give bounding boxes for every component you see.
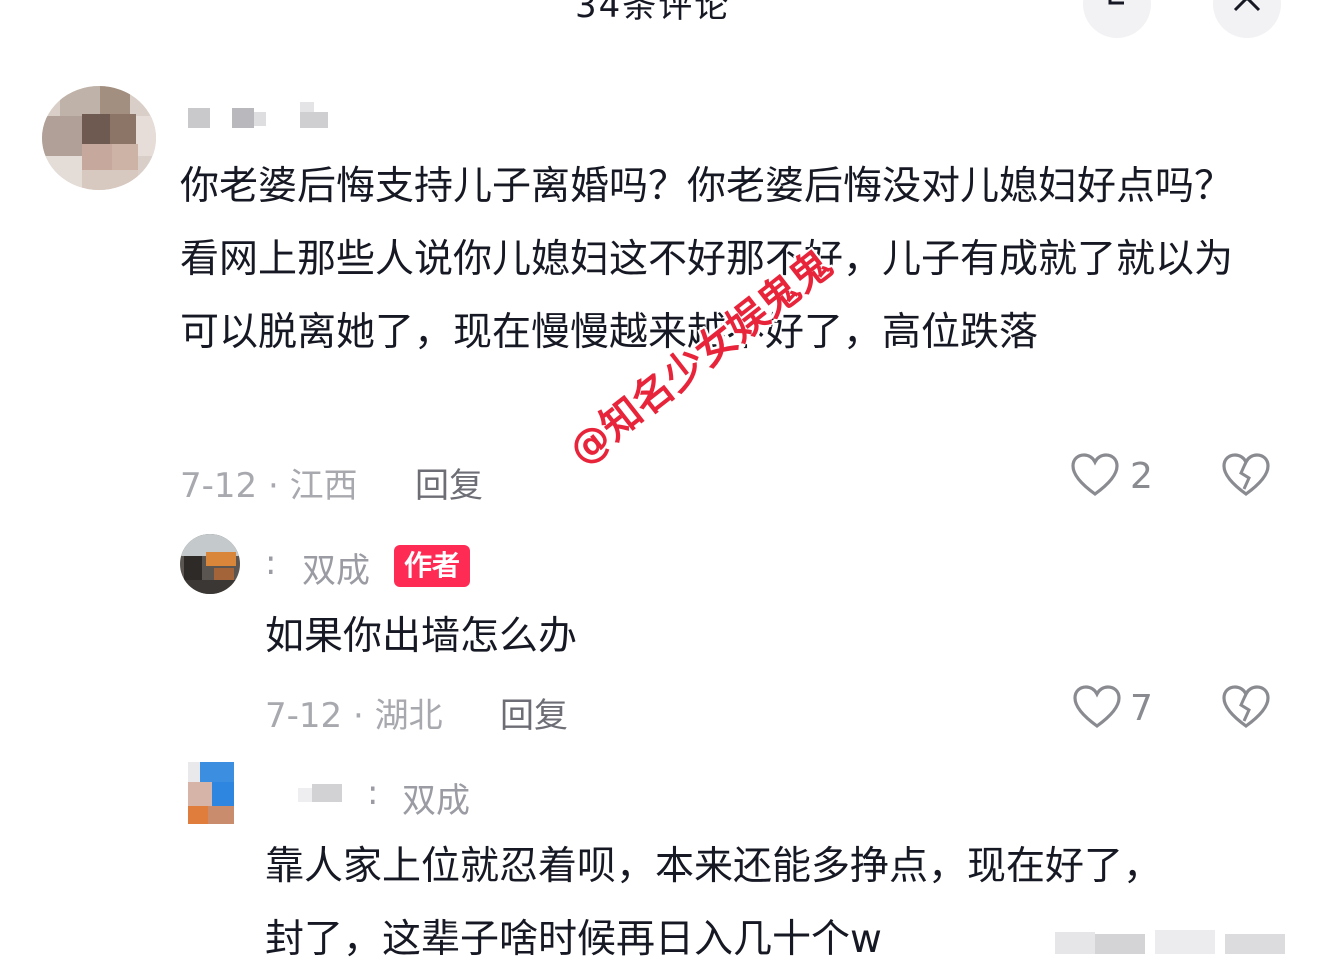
dislike-button[interactable]	[1222, 685, 1270, 731]
avatar[interactable]	[188, 762, 234, 824]
like-count: 7	[1130, 688, 1153, 729]
username-redacted[interactable]	[298, 784, 348, 802]
expand-icon	[1108, 0, 1124, 5]
author-badge: 作者	[394, 545, 471, 587]
username-redacted[interactable]	[188, 102, 338, 128]
reply-name-prefix: :	[265, 543, 277, 583]
heart-outline-icon	[1071, 453, 1119, 496]
like-count: 2	[1130, 456, 1153, 497]
broken-heart-icon	[1222, 453, 1270, 496]
reply-text: 靠人家上位就忍着呗，本来还能多挣点，现在好了，封了，这辈子啥时候再日入几十个w	[265, 844, 1163, 962]
comments-count-title: 34条评论	[575, 0, 731, 26]
avatar[interactable]	[42, 86, 156, 190]
like-button[interactable]	[1071, 453, 1121, 499]
author-avatar[interactable]	[180, 534, 240, 594]
comment-date-location: 7-12 · 江西	[180, 466, 358, 506]
heart-outline-icon	[1073, 685, 1121, 728]
reply-name-prefix: :	[367, 773, 379, 813]
broken-heart-icon	[1222, 685, 1270, 728]
like-button[interactable]	[1073, 685, 1123, 731]
author-name[interactable]: 双成	[302, 543, 370, 592]
dislike-button[interactable]	[1222, 453, 1270, 499]
reply-button[interactable]: 回复	[415, 458, 483, 507]
expand-button[interactable]	[1083, 0, 1151, 38]
close-icon	[1233, 0, 1261, 12]
reply-to-name[interactable]: 双成	[402, 773, 470, 822]
reply-date-location: 7-12 · 湖北	[265, 696, 443, 736]
reply-text: 如果你出墙怎么办	[265, 614, 578, 659]
reply-button[interactable]: 回复	[500, 688, 568, 737]
text-redaction	[1055, 928, 1305, 954]
close-button[interactable]	[1213, 0, 1281, 38]
